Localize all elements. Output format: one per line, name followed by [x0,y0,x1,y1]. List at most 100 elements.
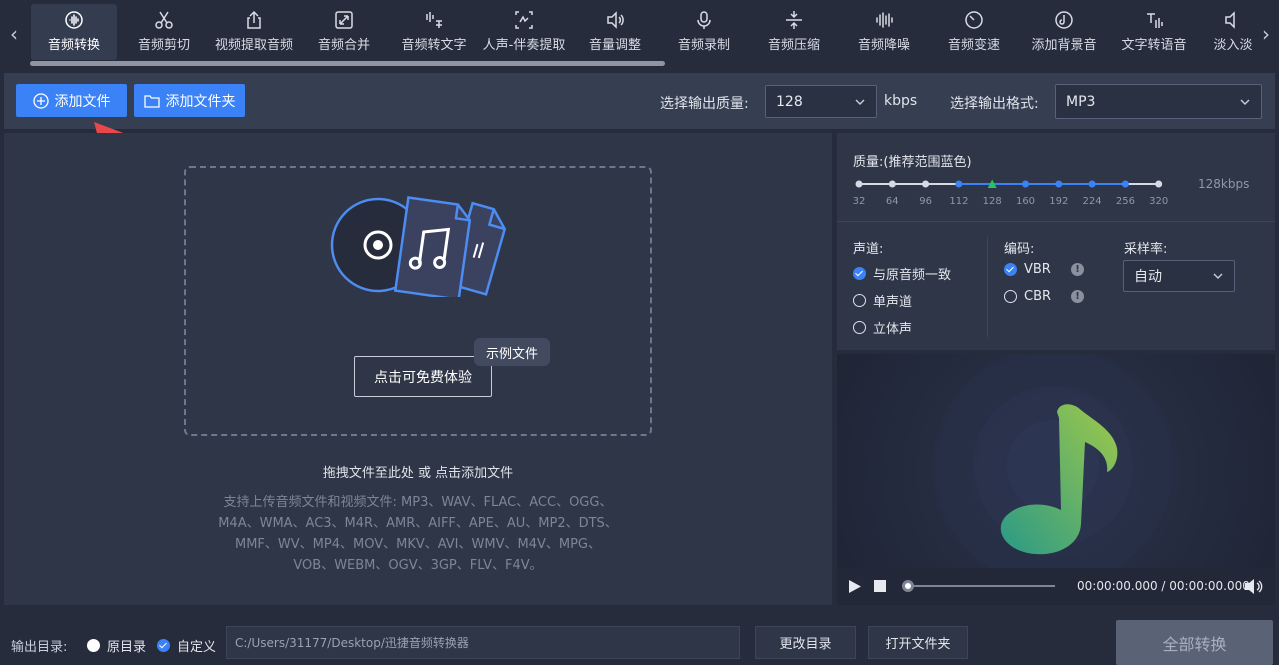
tab-label: 视频提取音频 [214,38,293,53]
output-original-label: 原目录 [107,640,147,655]
chevron-down-icon [1213,273,1223,279]
add-folder-button[interactable]: 添加文件夹 [134,84,245,117]
free-trial-button[interactable]: 点击可免费体验 [354,356,492,397]
add-folder-label: 添加文件夹 [165,93,236,110]
radio-empty-icon [853,294,866,307]
slider-tick-dot[interactable] [922,180,930,188]
cbr-info-icon[interactable]: ! [1071,290,1084,303]
vocal-extract-icon [515,11,533,29]
progress-handle[interactable] [902,580,914,592]
change-dir-button[interactable]: 更改目录 [755,626,856,659]
audio-wave-icon [65,11,83,29]
samplerate-select-value: 自动 [1134,269,1162,285]
slider-tick-label: 96 [919,196,932,207]
format-select-value: MP3 [1066,93,1096,110]
quality-unit: kbps [884,93,918,109]
tab-video-extract-audio[interactable]: 视频提取音频 [209,4,299,60]
formats-line: 支持上传音频文件和视频文件: MP3、WAV、FLAC、ACC、OGG、 [223,495,613,510]
slider-tick-label: 256 [1116,196,1135,207]
quality-select[interactable]: 128 [765,85,877,118]
change-dir-label: 更改目录 [779,637,832,652]
slider-tick-label: 160 [1016,196,1035,207]
radio-empty-icon [853,321,866,334]
samplerate-label: 采样率: [1124,242,1168,257]
format-select[interactable]: MP3 [1055,84,1262,119]
plus-circle-icon [32,92,49,109]
compress-icon [786,11,802,29]
slider-tick-dot[interactable] [888,180,896,188]
tab-audio-record[interactable]: 音频录制 [668,4,740,60]
vbr-info-icon[interactable]: ! [1071,263,1084,276]
play-icon[interactable] [848,579,862,594]
formats-line: M4A、WMA、AC3、M4R、AMR、AIFF、APE、AU、MP2、DTS、 [218,516,618,531]
scissors-icon [155,11,173,29]
tab-label: 添加背景音 [1031,38,1097,53]
slider-tick-dot[interactable] [1022,180,1029,188]
channel-option-stereo[interactable]: 立体声 [853,318,912,337]
sample-file-button[interactable]: 示例文件 [474,338,550,366]
slider-tick-dot[interactable] [1121,180,1129,188]
tab-noise-reduce[interactable]: 音频降噪 [848,4,920,60]
convert-all-button[interactable]: 全部转换 [1116,620,1273,665]
progress-track[interactable] [908,585,1055,587]
tab-audio-compress[interactable]: 音频压缩 [758,4,830,60]
tab-label: 音频转换 [47,38,100,53]
slider-tick-dot[interactable] [1088,180,1096,188]
tab-label: 音频压缩 [767,38,820,53]
tab-audio-to-text[interactable]: 音频转文字 [393,4,475,60]
slider-tick-label: 112 [949,196,968,207]
channel-option-original[interactable]: 与原音频一致 [853,264,951,283]
slider-tick-label: 128 [983,196,1002,207]
slider-tick-dot[interactable] [1055,180,1063,188]
background-music-icon [1055,11,1073,29]
open-folder-button[interactable]: 打开文件夹 [868,626,968,659]
slider-tick-dot[interactable] [1155,180,1163,188]
output-custom-option[interactable]: 自定义 [157,636,216,655]
chevron-down-icon [855,99,865,105]
quality-slider[interactable]: 32 64 96 112 128 160 192 224 256 320 [848,174,1168,212]
tab-audio-speed[interactable]: 音频变速 [938,4,1010,60]
tab-audio-cut[interactable]: 音频剪切 [125,4,203,60]
free-trial-label: 点击可免费体验 [374,369,472,386]
output-path-field[interactable]: C:/Users/31177/Desktop/迅捷音频转换器 [226,626,740,659]
toolbar: 添加文件 添加文件夹 选择输出质量: 128 kbps 选择输出格式: MP3 [4,73,1275,129]
slider-tick-dot[interactable] [955,180,963,188]
tab-add-background[interactable]: 添加背景音 [1024,4,1104,60]
nav-scroll-right-icon[interactable]: › [1256,22,1276,46]
fade-icon [1225,11,1235,29]
nav-scrollbar[interactable] [30,61,665,66]
channel-option-mono[interactable]: 单声道 [853,291,912,310]
samplerate-select[interactable]: 自动 [1123,260,1235,292]
tab-label: 音频变速 [947,38,1000,53]
encoding-label: 编码: [1004,242,1035,257]
audio-files-illustration-icon [330,196,507,297]
slider-tick-dot[interactable] [855,180,863,188]
folder-icon [143,94,160,108]
encoding-option-vbr[interactable]: VBR [1004,262,1051,277]
output-custom-label: 自定义 [177,640,217,655]
supported-formats-text: 支持上传音频文件和视频文件: MP3、WAV、FLAC、ACC、OGG、 M4A… [184,492,652,576]
quality-label: 选择输出质量: [660,96,749,112]
add-file-button[interactable]: 添加文件 [16,84,127,117]
nav-scroll-left-icon[interactable]: ‹ [4,22,24,46]
tab-vocal-extract[interactable]: 人声-伴奏提取 [478,4,570,60]
tab-fade[interactable]: 淡入淡 [1210,4,1256,60]
quality-title: 质量:(推荐范围蓝色) [853,155,972,170]
tab-audio-merge[interactable]: 音频合并 [305,4,383,60]
convert-all-label: 全部转换 [1162,634,1227,654]
tab-text-to-speech[interactable]: 文字转语音 [1114,4,1194,60]
encoding-option-cbr[interactable]: CBR [1004,289,1051,304]
music-note-icon [933,354,1173,568]
open-folder-label: 打开文件夹 [885,637,951,652]
tab-volume-adjust[interactable]: 音量调整 [580,4,650,60]
voice-text-icon [426,12,442,28]
volume-icon[interactable] [1244,578,1264,595]
player-time: 00:00:00.000 / 00:00:00.000 [1077,579,1250,593]
stop-icon[interactable] [874,580,886,592]
tab-label: 人声-伴奏提取 [482,38,566,53]
tab-audio-convert[interactable]: 音频转换 [31,4,117,60]
output-original-option[interactable]: 原目录 [87,636,146,655]
sample-file-label: 示例文件 [485,346,538,362]
tab-label: 音频剪切 [137,38,190,53]
slider-tick-label: 224 [1083,196,1102,207]
